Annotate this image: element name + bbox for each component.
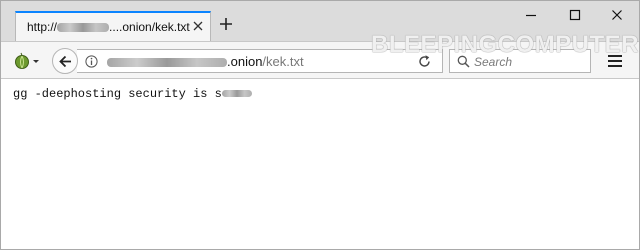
back-arrow-icon: [59, 55, 71, 68]
document-line: gg -deephosting security is s: [13, 87, 222, 101]
reload-icon[interactable]: [417, 54, 432, 69]
search-placeholder: Search: [474, 55, 513, 69]
close-icon[interactable]: [191, 19, 205, 33]
tab-title: http:// ....onion/kek.txt: [27, 20, 190, 34]
navigation-toolbar: .onion/kek.txt Search: [1, 41, 639, 79]
redacted-text: [221, 90, 252, 98]
hamburger-menu-icon[interactable]: [607, 53, 623, 69]
address-bar[interactable]: .onion/kek.txt: [77, 49, 443, 73]
url-host: .onion: [227, 54, 263, 69]
tab-title-prefix: http://: [27, 20, 58, 34]
tab-strip: http:// ....onion/kek.txt: [1, 1, 639, 41]
url-text[interactable]: .onion/kek.txt: [107, 54, 304, 69]
browser-window: http:// ....onion/kek.txt .onion/kek.txt …: [0, 0, 640, 250]
redacted-text: [107, 58, 227, 68]
search-box[interactable]: Search: [449, 49, 591, 73]
plus-icon[interactable]: [219, 17, 233, 31]
tor-onion-icon[interactable]: [13, 52, 41, 70]
maximize-icon[interactable]: [567, 7, 583, 23]
close-icon[interactable]: [609, 7, 625, 23]
info-icon[interactable]: [85, 55, 98, 68]
page-content: gg -deephosting security is s: [1, 80, 639, 249]
document-text: gg -deephosting security is s: [13, 87, 252, 101]
search-icon: [457, 55, 470, 68]
minimize-icon[interactable]: [523, 7, 539, 23]
url-path: /kek.txt: [262, 54, 304, 69]
tab-active[interactable]: http:// ....onion/kek.txt: [15, 11, 211, 41]
tab-title-suffix: ....onion/kek.txt: [109, 20, 190, 34]
redacted-text: [57, 23, 110, 33]
back-button[interactable]: [52, 48, 78, 74]
